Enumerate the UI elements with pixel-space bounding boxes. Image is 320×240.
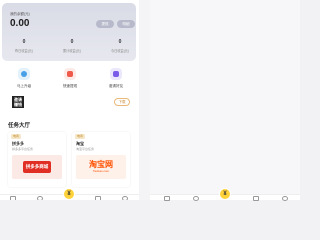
task-image: 淘宝网 Taobao.com	[76, 155, 126, 179]
quick-action-invite[interactable]: 邀请好友	[96, 68, 136, 89]
phone-screen-main: 我的余额(元) 0.00 提现 明细 0 昨日收益(元) 0 累计收益(元) 0…	[0, 0, 139, 200]
stat-yesterday: 0 昨日收益(元)	[6, 39, 42, 53]
task-card-pdd[interactable]: 电商 拼多多 拼多多平台任务 拼多多商城	[8, 132, 66, 187]
center-tab-button-2[interactable]: ¥	[219, 188, 231, 200]
details-button[interactable]: 明细	[117, 20, 135, 28]
center-tab-button[interactable]: ¥	[63, 188, 75, 200]
phone-screen-blank	[150, 0, 300, 200]
yuan-icon: ¥	[223, 191, 227, 197]
banner-logo: 邀请 赚钱	[12, 96, 24, 108]
stat-total: 0 累计收益(元)	[54, 39, 90, 53]
invite-banner[interactable]: 邀请 赚钱 下载	[2, 92, 136, 114]
home-tab-icon[interactable]	[10, 196, 16, 200]
stat-value: 0	[22, 39, 26, 45]
discover-tab-icon[interactable]	[193, 196, 199, 201]
discover-tab-icon[interactable]	[37, 196, 43, 200]
task-tag: 电商	[75, 134, 86, 139]
taobao-logo-sub: Taobao.com	[92, 169, 110, 173]
quick-action-label: 快速提现	[62, 84, 78, 88]
task-tag: 电商	[11, 134, 22, 139]
message-tab-icon[interactable]	[95, 196, 101, 200]
tasks-title: 任务大厅	[8, 123, 31, 129]
upgrade-icon	[18, 68, 30, 80]
task-image: 拼多多商城	[12, 155, 62, 179]
banner-download-button[interactable]: 下载	[114, 98, 130, 106]
quick-action-label: 邀请好友	[108, 84, 124, 88]
message-tab-icon[interactable]	[253, 196, 259, 201]
stat-label: 累计收益(元)	[62, 49, 82, 53]
stat-value: 0	[70, 39, 74, 45]
stat-value: 0	[118, 39, 122, 45]
withdraw-button[interactable]: 提现	[96, 20, 114, 28]
balance-card: 我的余额(元) 0.00 提现 明细 0 昨日收益(元) 0 累计收益(元) 0…	[2, 3, 136, 61]
withdraw-icon	[64, 68, 76, 80]
taobao-logo: 淘宝网 Taobao.com	[89, 160, 113, 174]
screen-divider	[139, 0, 150, 200]
balance-label: 我的余额(元)	[10, 12, 30, 16]
task-card-taobao[interactable]: 电商 淘宝 淘宝平台任务 淘宝网 Taobao.com	[72, 132, 130, 187]
yuan-icon: ¥	[67, 191, 71, 197]
quick-action-label: 马上升级	[16, 84, 32, 88]
profile-tab-icon[interactable]	[122, 196, 128, 200]
taobao-logo-text: 淘宝网	[89, 160, 113, 169]
quick-action-withdraw[interactable]: 快速提现	[50, 68, 90, 89]
banner-text-line2: 赚钱	[14, 102, 22, 107]
pdd-logo: 拼多多商城	[22, 161, 52, 173]
task-desc: 淘宝平台任务	[76, 147, 95, 151]
profile-tab-icon[interactable]	[282, 196, 288, 201]
balance-amount: 0.00	[10, 18, 30, 29]
stat-today: 0 今日收益(元)	[102, 39, 138, 53]
home-tab-icon[interactable]	[164, 196, 170, 201]
task-desc: 拼多多平台任务	[12, 147, 34, 151]
stat-label: 昨日收益(元)	[14, 49, 34, 53]
quick-action-upgrade[interactable]: 马上升级	[4, 68, 44, 89]
invite-icon	[110, 68, 122, 80]
stat-label: 今日收益(元)	[110, 49, 130, 53]
